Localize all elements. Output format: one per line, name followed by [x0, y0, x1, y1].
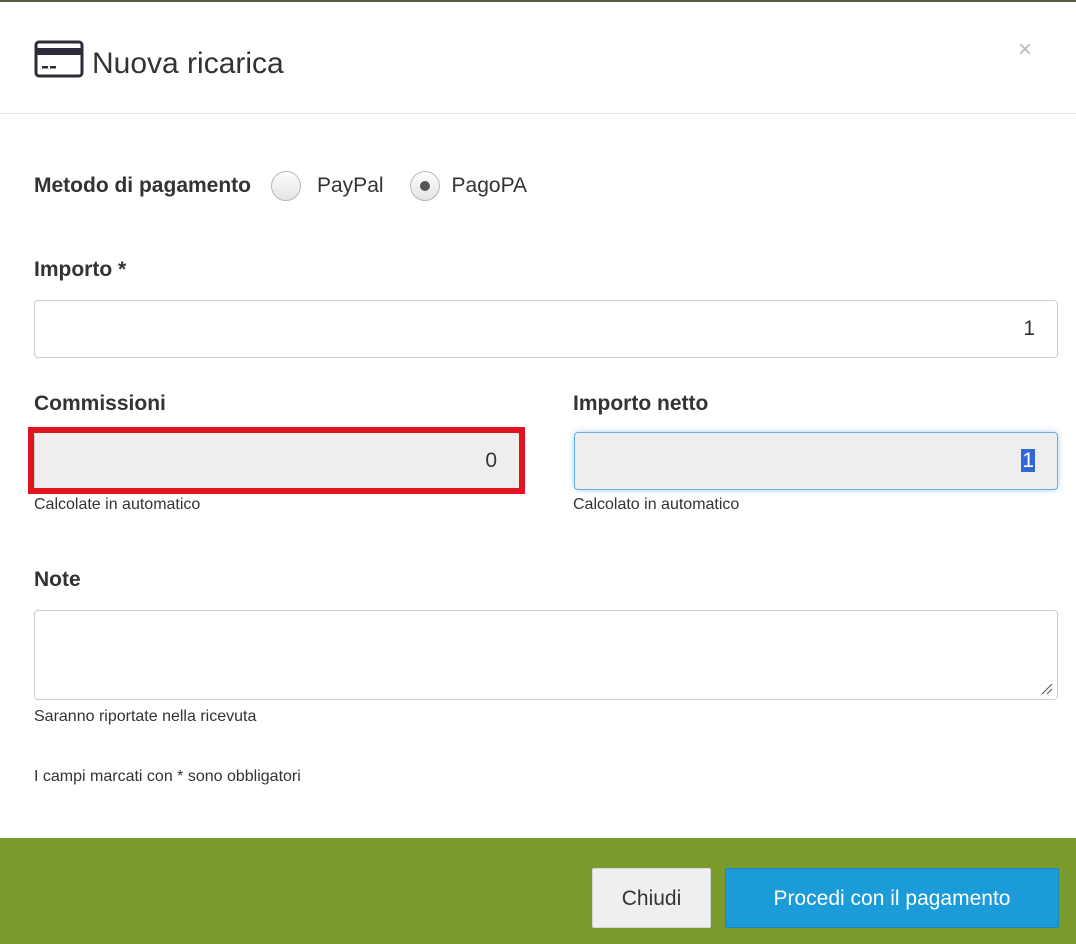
payment-method-row: Metodo di pagamento PayPal PagoPA [34, 166, 527, 206]
importo-input[interactable]: 1 [34, 300, 1058, 358]
credit-card-icon [34, 40, 84, 78]
radio-paypal-label[interactable]: PayPal [317, 174, 384, 198]
modal-header: Nuova ricarica × [0, 2, 1076, 114]
payment-method-label: Metodo di pagamento [34, 174, 251, 197]
importo-netto-help: Calcolato in automatico [573, 496, 740, 513]
resize-handle-icon[interactable] [1041, 683, 1053, 695]
radio-pagopa-label[interactable]: PagoPA [452, 174, 528, 198]
commissioni-input: 0 [34, 432, 520, 490]
importo-netto-input[interactable]: 1 [574, 432, 1058, 490]
note-label: Note [34, 568, 81, 591]
importo-netto-label: Importo netto [573, 392, 709, 415]
commissioni-help: Calcolate in automatico [34, 496, 201, 513]
importo-label: Importo * [34, 258, 127, 281]
modal-title: Nuova ricarica [92, 47, 284, 80]
commissioni-label: Commissioni [34, 392, 166, 415]
required-notice: I campi marcati con * sono obbligatori [34, 768, 301, 785]
proceed-payment-button[interactable]: Procedi con il pagamento [725, 868, 1059, 928]
close-button[interactable]: Chiudi [592, 868, 711, 928]
importo-netto-value: 1 [1021, 449, 1035, 472]
recharge-modal: Nuova ricarica × Metodo di pagamento Pay… [0, 0, 1076, 944]
note-textarea[interactable] [34, 610, 1058, 700]
radio-paypal[interactable] [271, 171, 301, 201]
close-icon[interactable]: × [1018, 38, 1032, 62]
note-help: Saranno riportate nella ricevuta [34, 708, 257, 725]
radio-pagopa[interactable] [409, 171, 440, 201]
